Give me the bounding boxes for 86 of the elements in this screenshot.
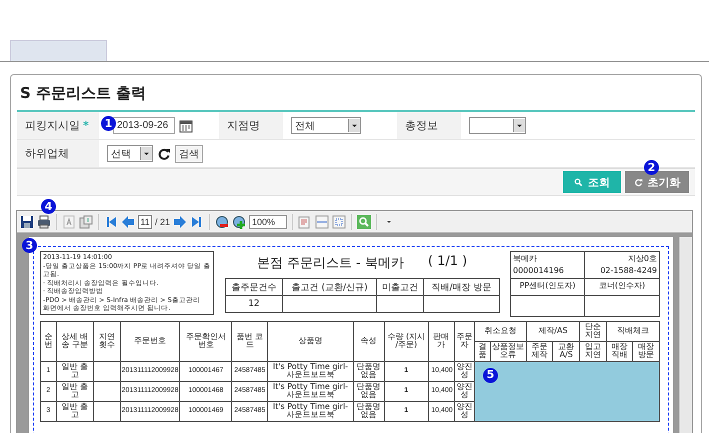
table-cell: 일반 출고 <box>56 381 94 402</box>
table-cell: 일반 출고 <box>56 361 94 382</box>
zoom-in-icon[interactable] <box>232 214 246 228</box>
table-header: 주문자 <box>454 322 474 362</box>
table-cell: 단품명 없음 <box>353 401 384 422</box>
text-icon[interactable] <box>62 214 76 228</box>
table-header: 미출고건 <box>376 278 424 296</box>
page-title: S 주문리스트 출력 <box>19 83 148 104</box>
table-cell: It's Potty Time girl- 사운드보드북 <box>268 381 354 402</box>
table-cell: 단품명 없음 <box>353 361 384 382</box>
table-header: 결품 <box>474 341 490 362</box>
table-cell: 단품명 없음 <box>353 381 384 402</box>
date-field[interactable]: 2013-09-26 <box>113 117 175 134</box>
zoom-dropdown[interactable]: 100% <box>249 214 288 228</box>
page-total: / 21 <box>155 216 170 226</box>
table-cell: 일반 출고 <box>56 401 94 422</box>
printer-icon[interactable] <box>37 214 51 228</box>
page-width-icon[interactable] <box>315 214 330 228</box>
step-marker: 1 <box>101 116 116 131</box>
search-icon[interactable] <box>357 214 372 228</box>
table-header: 교환 A/S <box>552 341 580 362</box>
table-header: 속성 <box>353 322 384 362</box>
zoom-out-icon[interactable] <box>215 214 230 228</box>
previous-page-icon[interactable] <box>121 214 135 228</box>
table-header: 품번 코드 <box>232 322 268 362</box>
field-label: 총정보 <box>405 118 438 133</box>
dropdown[interactable] <box>469 117 526 134</box>
field-label: 지점명 <box>227 118 260 133</box>
step-marker: 4 <box>41 199 56 214</box>
search-icon[interactable] <box>574 178 583 186</box>
table-header: 입고 지연 <box>580 341 606 362</box>
table-header: 판매가 <box>428 322 454 362</box>
table-header: 상세 배송 구분 <box>56 322 94 362</box>
table-header: 취소요청 <box>474 322 526 342</box>
table-header: 매장 방문 <box>632 341 660 362</box>
save-icon[interactable] <box>20 214 34 228</box>
table-cell: It's Potty Time girl- 사운드보드북 <box>268 361 354 382</box>
first-page-icon[interactable] <box>104 214 118 228</box>
field-label: 하위업체 <box>25 146 69 161</box>
table-header: 단순 지연 <box>580 322 606 342</box>
required-mark: * <box>83 119 89 132</box>
table-header: 상품정보 오류 <box>490 341 526 362</box>
page-number-field[interactable]: 11 <box>138 214 152 228</box>
reset-button[interactable]: 초기화 <box>625 171 689 193</box>
step-marker: 2 <box>644 160 659 175</box>
refresh-icon[interactable] <box>157 146 171 160</box>
table-header: 매장 직배 <box>606 341 633 362</box>
table-header: 지연 횟수 <box>94 322 120 362</box>
page-count: ( 1/1 ) <box>428 254 468 271</box>
step-marker: 3 <box>22 238 37 253</box>
next-page-icon[interactable] <box>173 214 188 228</box>
branch-name: 지상0호 <box>584 252 660 265</box>
search-button[interactable]: 검색 <box>175 144 203 162</box>
caret-icon[interactable] <box>513 119 525 132</box>
store-code: 0000014196 <box>510 265 585 278</box>
table-header: 직배체크 <box>606 322 660 342</box>
table-header: 상품명 <box>268 322 354 362</box>
scrollbar[interactable] <box>679 237 692 433</box>
table-cell: 양진성 <box>454 401 474 422</box>
table-header: 직배/매장 방문 <box>424 278 499 296</box>
export-icon[interactable] <box>79 214 93 228</box>
table-header: 주문확인서 번호 <box>180 322 232 362</box>
caret-icon[interactable] <box>140 147 152 160</box>
table-cell: 양진성 <box>454 381 474 402</box>
table-header: 출주문건수 <box>225 278 283 296</box>
table-cell: 12 <box>225 296 283 312</box>
phone-number: 02-1588-4249 <box>584 265 660 278</box>
calendar-icon[interactable] <box>179 118 193 132</box>
table-header: 순번 <box>40 322 56 362</box>
page-setup-icon[interactable] <box>298 214 312 228</box>
table-header: 출고건 (교환/신규) <box>282 278 376 296</box>
caret-icon[interactable] <box>348 119 360 132</box>
table-header: PP센터(인도자) <box>510 278 585 296</box>
store-name: 북메카 <box>510 252 585 265</box>
table-header: 코너(인수자) <box>584 278 660 296</box>
dropdown[interactable]: 전체 <box>291 117 361 134</box>
table-header: 제작/AS <box>526 322 580 342</box>
table-header: 주문 제작 <box>526 341 553 362</box>
report-title: 본점 주문리스트 - 북메카 <box>256 255 404 272</box>
table-header: 주문번호 <box>120 322 180 362</box>
field-label: 피킹지시일 <box>25 118 80 133</box>
table-header: 수량 (지시 /주문) <box>384 322 428 362</box>
dropdown[interactable]: 선택 <box>107 145 153 162</box>
full-page-icon[interactable] <box>332 214 346 228</box>
table-cell: It's Potty Time girl- 사운드보드북 <box>268 401 354 422</box>
step-marker: 5 <box>483 368 498 383</box>
